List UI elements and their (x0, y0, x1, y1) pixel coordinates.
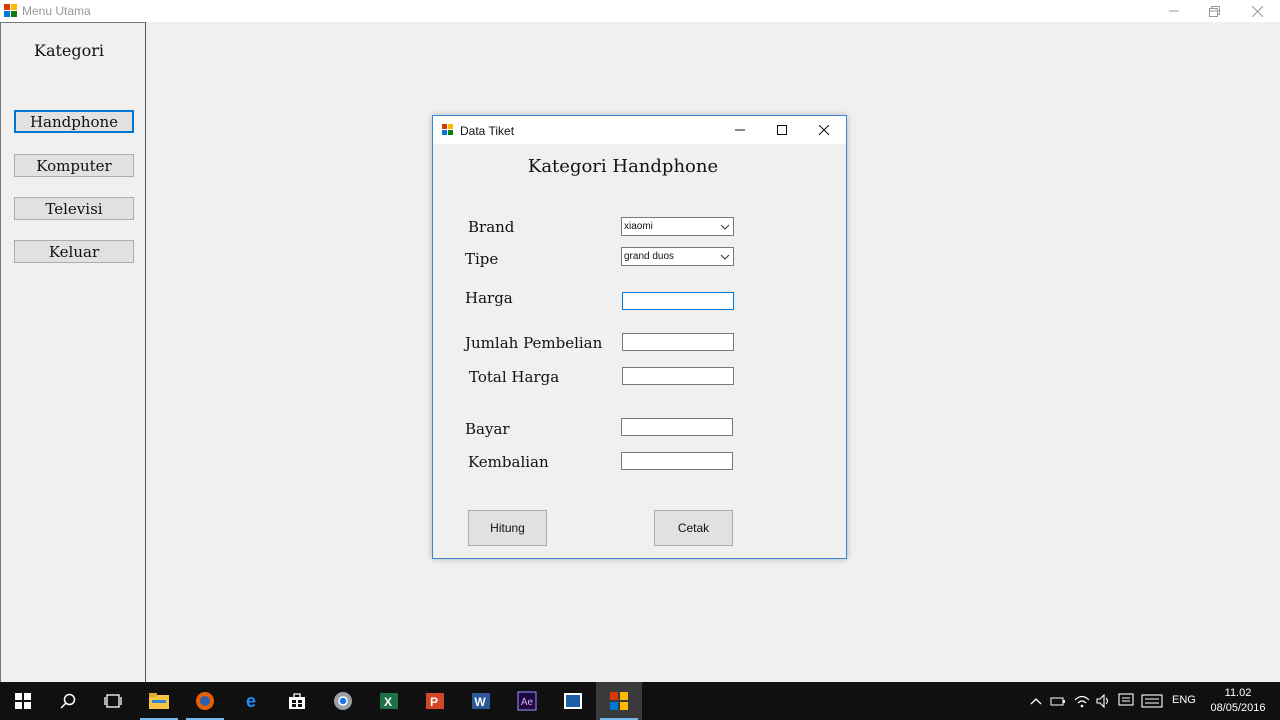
app-window-icon (610, 692, 628, 710)
store-icon (289, 693, 305, 709)
app-icon (4, 4, 17, 17)
total-harga-label: Total Harga (469, 368, 560, 386)
chevron-down-icon (720, 224, 730, 230)
close-icon (819, 125, 829, 135)
dialog-maximize-button[interactable] (761, 116, 803, 144)
sidebar-item-komputer[interactable]: Komputer (14, 154, 134, 177)
after-effects-icon: Ae (517, 691, 537, 711)
hitung-button[interactable]: Hitung (468, 510, 547, 546)
excel-button[interactable]: X (366, 682, 412, 720)
clock-date: 08/05/2016 (1210, 702, 1266, 714)
edge-button[interactable]: e (228, 682, 274, 720)
bayar-label: Bayar (465, 420, 510, 438)
app-icon (442, 124, 453, 135)
file-explorer-button[interactable] (136, 682, 182, 720)
firefox-icon (196, 692, 214, 710)
chevron-down-icon (720, 254, 730, 260)
close-button[interactable] (1237, 0, 1277, 22)
sidebar-item-televisi[interactable]: Televisi (14, 197, 134, 220)
minimize-visual[interactable] (1154, 0, 1194, 22)
powerpoint-button[interactable]: P (412, 682, 458, 720)
language-indicator[interactable]: ENG (1172, 694, 1196, 706)
dialog-close-button[interactable] (803, 116, 845, 144)
tipe-label: Tipe (465, 250, 499, 268)
minimize-icon (1169, 10, 1179, 12)
data-tiket-dialog: Data Tiket Kategori Handphone Brand xiao… (432, 115, 847, 559)
tipe-combobox[interactable]: grand duos (621, 247, 734, 266)
search-icon (60, 693, 76, 709)
harga-input[interactable] (622, 292, 734, 310)
word-icon: W (472, 693, 490, 709)
taskbar: e X P W Ae ENG (0, 682, 1280, 720)
dialog-minimize-button[interactable] (719, 116, 761, 144)
jumlah-pembelian-input[interactable] (622, 333, 734, 351)
battery-icon[interactable] (1050, 694, 1066, 708)
svg-text:W: W (474, 695, 486, 709)
clock-time: 11.02 (1224, 687, 1252, 699)
svg-text:Ae: Ae (521, 697, 534, 708)
maximize-icon (777, 125, 787, 135)
main-window-titlebar: Menu Utama (0, 0, 1280, 22)
brand-label: Brand (468, 218, 515, 236)
dialog-heading: Kategori Handphone (527, 156, 719, 177)
task-view-button[interactable] (90, 682, 136, 720)
excel-icon: X (380, 693, 398, 709)
tipe-value: grand duos (624, 251, 675, 262)
category-heading: Kategori (33, 41, 105, 60)
brand-value: xiaomi (624, 221, 653, 232)
svg-text:P: P (430, 695, 438, 709)
chevron-up-icon[interactable] (1030, 696, 1042, 706)
category-panel: Kategori Handphone Komputer Televisi Kel… (0, 22, 146, 682)
task-view-icon (104, 694, 122, 708)
sidebar-item-keluar[interactable]: Keluar (14, 240, 134, 263)
start-button[interactable] (0, 682, 46, 720)
visual-studio-icon (564, 693, 582, 709)
cetak-button[interactable]: Cetak (654, 510, 733, 546)
restore-visual[interactable] (1194, 0, 1234, 22)
after-effects-button[interactable]: Ae (504, 682, 550, 720)
firefox-button[interactable] (182, 682, 228, 720)
kembalian-input[interactable] (621, 452, 733, 470)
bayar-input[interactable] (621, 418, 733, 436)
dialog-title: Data Tiket (460, 124, 515, 138)
svg-text:e: e (246, 691, 256, 711)
dialog-titlebar: Data Tiket (433, 116, 846, 144)
jumlah-pembelian-label: Jumlah Pembelian (465, 334, 603, 352)
visual-studio-button[interactable] (550, 682, 596, 720)
action-center-icon[interactable] (1118, 693, 1134, 709)
edge-icon: e (246, 691, 256, 711)
store-button[interactable] (274, 682, 320, 720)
kembalian-label: Kembalian (468, 453, 549, 471)
main-window-title: Menu Utama (22, 4, 91, 18)
sidebar-item-handphone[interactable]: Handphone (14, 110, 134, 133)
search-button[interactable] (45, 682, 91, 720)
total-harga-input[interactable] (622, 367, 734, 385)
chrome-icon (334, 692, 352, 710)
start-icon (15, 693, 31, 709)
svg-text:X: X (384, 695, 392, 709)
harga-label: Harga (465, 289, 513, 307)
file-explorer-icon (149, 693, 169, 709)
chrome-button[interactable] (320, 682, 366, 720)
word-button[interactable]: W (458, 682, 504, 720)
volume-icon[interactable] (1096, 694, 1112, 708)
taskbar-clock[interactable]: 11.02 08/05/2016 (1200, 686, 1276, 716)
close-icon (1251, 5, 1263, 17)
powerpoint-icon: P (426, 693, 444, 709)
wifi-icon[interactable] (1074, 694, 1090, 708)
restore-icon (1208, 5, 1220, 17)
app-window-button[interactable] (596, 682, 642, 720)
minimize-icon (735, 129, 745, 131)
keyboard-icon[interactable] (1141, 694, 1163, 708)
brand-combobox[interactable]: xiaomi (621, 217, 734, 236)
